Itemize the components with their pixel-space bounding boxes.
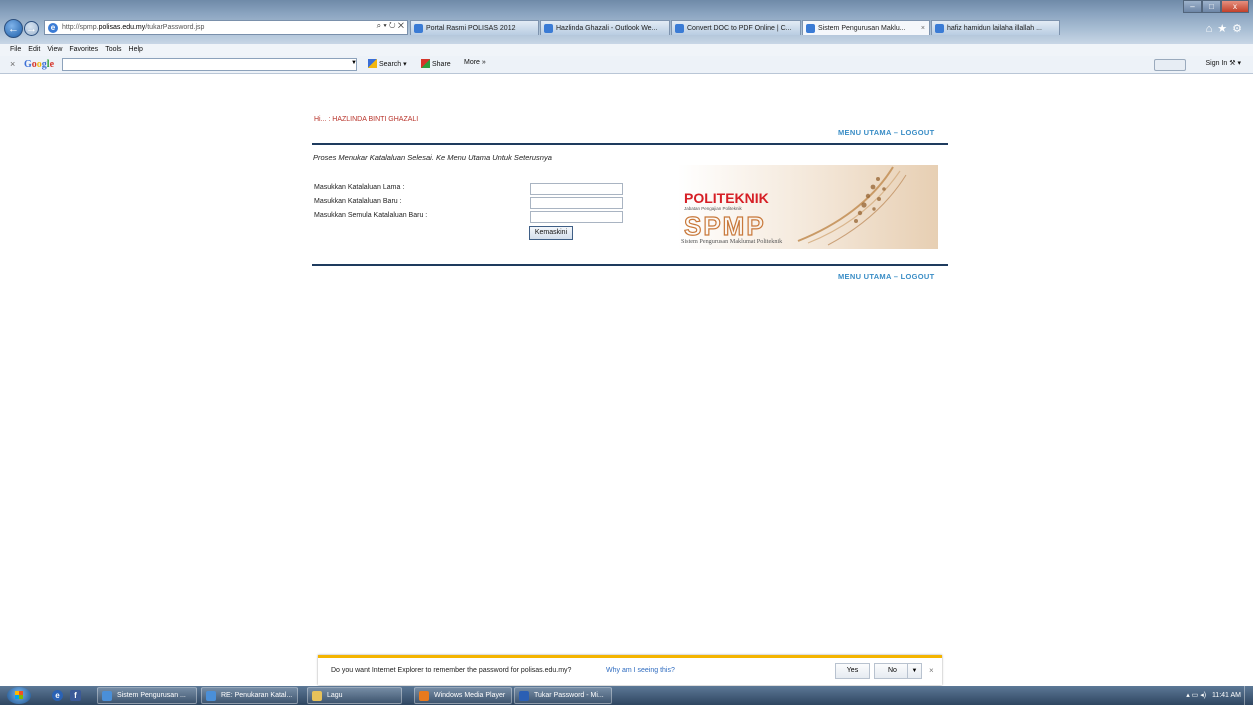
menu-item-view[interactable]: View bbox=[47, 44, 62, 56]
user-greeting: Hi... : HAZLINDA BINTI GHAZALI bbox=[314, 116, 419, 123]
confirm-password-label: Masukkan Semula Katalaluan Baru : bbox=[314, 212, 428, 219]
taskbar-button-4[interactable]: Tukar Password - Mi... bbox=[514, 687, 612, 704]
browser-tab-0[interactable]: Portal Rasmi POLISAS 2012 bbox=[410, 20, 539, 35]
close-toolbar-icon[interactable]: × bbox=[10, 59, 15, 69]
taskbar-button-label: Lagu bbox=[327, 692, 343, 699]
menu-item-edit[interactable]: Edit bbox=[28, 44, 40, 56]
logo-tagline-text: Sistem Pengurusan Maklumat Politeknik bbox=[681, 238, 783, 245]
tab-favicon-icon bbox=[544, 23, 553, 33]
taskbar-button-label: RE: Penukaran Katal... bbox=[221, 692, 293, 699]
new-password-label: Masukkan Katalaluan Baru : bbox=[314, 198, 402, 205]
pinned-facebook-icon[interactable]: f bbox=[70, 690, 81, 701]
kemaskini-button[interactable]: Kemaskini bbox=[529, 226, 573, 240]
browser-tab-3[interactable]: Sistem Pengurusan Maklu... × bbox=[802, 20, 930, 35]
browser-tab-4[interactable]: hafiz hamidun lailaha illallah ... bbox=[931, 20, 1060, 35]
home-favorites-tools-icons[interactable]: ⌂★⚙ bbox=[1206, 22, 1247, 35]
no-button[interactable]: No ▼ bbox=[874, 663, 922, 679]
taskbar-button-label: Windows Media Player bbox=[434, 692, 506, 699]
minimize-button[interactable]: – bbox=[1183, 0, 1202, 13]
taskbar-app-icon bbox=[206, 691, 216, 701]
spmp-logo: POLITEKNIK Jabatan Pengajian Politeknik … bbox=[678, 165, 938, 249]
forward-button[interactable]: → bbox=[24, 21, 39, 36]
top-divider bbox=[312, 143, 948, 145]
yes-button[interactable]: Yes bbox=[835, 663, 870, 679]
close-window-button[interactable]: x bbox=[1221, 0, 1249, 13]
chevron-down-icon[interactable]: ▼ bbox=[351, 60, 357, 66]
tab-label: hafiz hamidun lailaha illallah ... bbox=[947, 24, 1042, 32]
start-button[interactable] bbox=[7, 687, 31, 704]
windows-logo-icon bbox=[15, 691, 23, 699]
toolbar-toggle[interactable] bbox=[1154, 59, 1186, 71]
taskbar-button-1[interactable]: RE: Penukaran Katal... bbox=[201, 687, 298, 704]
status-message: Proses Menukar Katalaluan Selesai. Ke Me… bbox=[313, 153, 552, 162]
show-desktop-button[interactable] bbox=[1244, 686, 1253, 705]
address-bar[interactable]: e http://spmp.polisas.edu.my/tukarPasswo… bbox=[44, 20, 408, 35]
taskbar-app-icon bbox=[519, 691, 529, 701]
taskbar-app-icon bbox=[419, 691, 429, 701]
share-icon bbox=[421, 59, 430, 68]
menu-item-tools[interactable]: Tools bbox=[105, 44, 121, 56]
tab-favicon-icon bbox=[414, 23, 423, 33]
browser-title-bar: – □ x ← → e http://spmp.polisas.edu.my/t… bbox=[0, 0, 1253, 44]
taskbar-button-label: Tukar Password - Mi... bbox=[534, 692, 604, 699]
menu-utama-logout-bottom-link[interactable]: MENU UTAMA – LOGOUT bbox=[838, 272, 935, 281]
menu-item-file[interactable]: File bbox=[10, 44, 21, 56]
bottom-divider bbox=[312, 264, 948, 266]
google-search-input[interactable] bbox=[62, 58, 357, 71]
taskbar-button-3[interactable]: Windows Media Player bbox=[414, 687, 512, 704]
why-link[interactable]: Why am I seeing this? bbox=[606, 667, 675, 674]
ie-page-icon: e bbox=[48, 22, 58, 33]
tab-label: Sistem Pengurusan Maklu... bbox=[818, 24, 906, 32]
address-tools[interactable]: ⌕ ▾ ↻ ✕ bbox=[377, 21, 404, 31]
close-icon[interactable]: × bbox=[929, 666, 934, 675]
tab-favicon-icon bbox=[675, 23, 684, 33]
menu-item-help[interactable]: Help bbox=[129, 44, 143, 56]
tab-favicon-icon bbox=[935, 23, 944, 33]
browser-tab-2[interactable]: Convert DOC to PDF Online | C... bbox=[671, 20, 801, 35]
chevron-down-icon[interactable]: ▼ bbox=[907, 664, 921, 678]
window-controls: – □ x bbox=[1183, 0, 1249, 14]
google-more-button[interactable]: More » bbox=[464, 59, 486, 66]
maximize-button[interactable]: □ bbox=[1202, 0, 1221, 13]
google-share-button[interactable]: Share bbox=[421, 59, 451, 68]
taskbar-button-0[interactable]: Sistem Pengurusan ... bbox=[97, 687, 197, 704]
menu-utama-logout-top-link[interactable]: MENU UTAMA – LOGOUT bbox=[838, 128, 935, 137]
search-icon bbox=[368, 59, 377, 68]
new-password-input[interactable] bbox=[530, 197, 623, 209]
google-search-button[interactable]: Search ▾ bbox=[368, 59, 407, 68]
notification-text: Do you want Internet Explorer to remembe… bbox=[331, 667, 572, 674]
taskbar-button-2[interactable]: Lagu bbox=[307, 687, 402, 704]
navigation-row: ← → e http://spmp.polisas.edu.my/tukarPa… bbox=[0, 18, 1253, 38]
taskbar-button-label: Sistem Pengurusan ... bbox=[117, 692, 186, 699]
google-signin-button[interactable]: Sign In ⚒ ▾ bbox=[1206, 59, 1241, 67]
back-button[interactable]: ← bbox=[4, 19, 23, 38]
browser-tab-1[interactable]: Hazlinda Ghazali - Outlook We... bbox=[540, 20, 670, 35]
no-button-label: No bbox=[888, 667, 897, 674]
pinned-ie-icon[interactable]: e bbox=[52, 690, 63, 701]
google-toolbar: × Google ▼ Search ▾ Share More » Sign In… bbox=[0, 56, 1253, 74]
tab-label: Hazlinda Ghazali - Outlook We... bbox=[556, 24, 658, 32]
menu-item-favorites[interactable]: Favorites bbox=[69, 44, 98, 56]
tab-close-icon[interactable]: × bbox=[921, 25, 925, 32]
taskbar: e f Sistem Pengurusan ... RE: Penukaran K… bbox=[0, 686, 1253, 705]
old-password-input[interactable] bbox=[530, 183, 623, 195]
taskbar-app-icon bbox=[102, 691, 112, 701]
system-tray: ▴ ▭ ◂) 11:41 AM bbox=[1186, 687, 1241, 704]
clock[interactable]: 11:41 AM bbox=[1212, 692, 1241, 699]
taskbar-app-icon bbox=[312, 691, 322, 701]
tab-label: Convert DOC to PDF Online | C... bbox=[687, 24, 792, 32]
tab-label: Portal Rasmi POLISAS 2012 bbox=[426, 24, 516, 32]
tray-icons[interactable]: ▴ ▭ ◂) bbox=[1186, 692, 1206, 699]
password-save-notification: Do you want Internet Explorer to remembe… bbox=[318, 655, 942, 685]
tab-favicon-icon bbox=[806, 23, 815, 33]
confirm-password-input[interactable] bbox=[530, 211, 623, 223]
menu-bar: File Edit View Favorites Tools Help bbox=[0, 44, 1253, 56]
google-logo: Google bbox=[24, 59, 55, 70]
logo-brand-text: POLITEKNIK bbox=[684, 190, 769, 206]
logo-acronym-text: SPMP bbox=[684, 211, 766, 241]
old-password-label: Masukkan Katalaluan Lama : bbox=[314, 184, 405, 191]
url-text: http://spmp.polisas.edu.my/tukarPassword… bbox=[62, 24, 205, 31]
